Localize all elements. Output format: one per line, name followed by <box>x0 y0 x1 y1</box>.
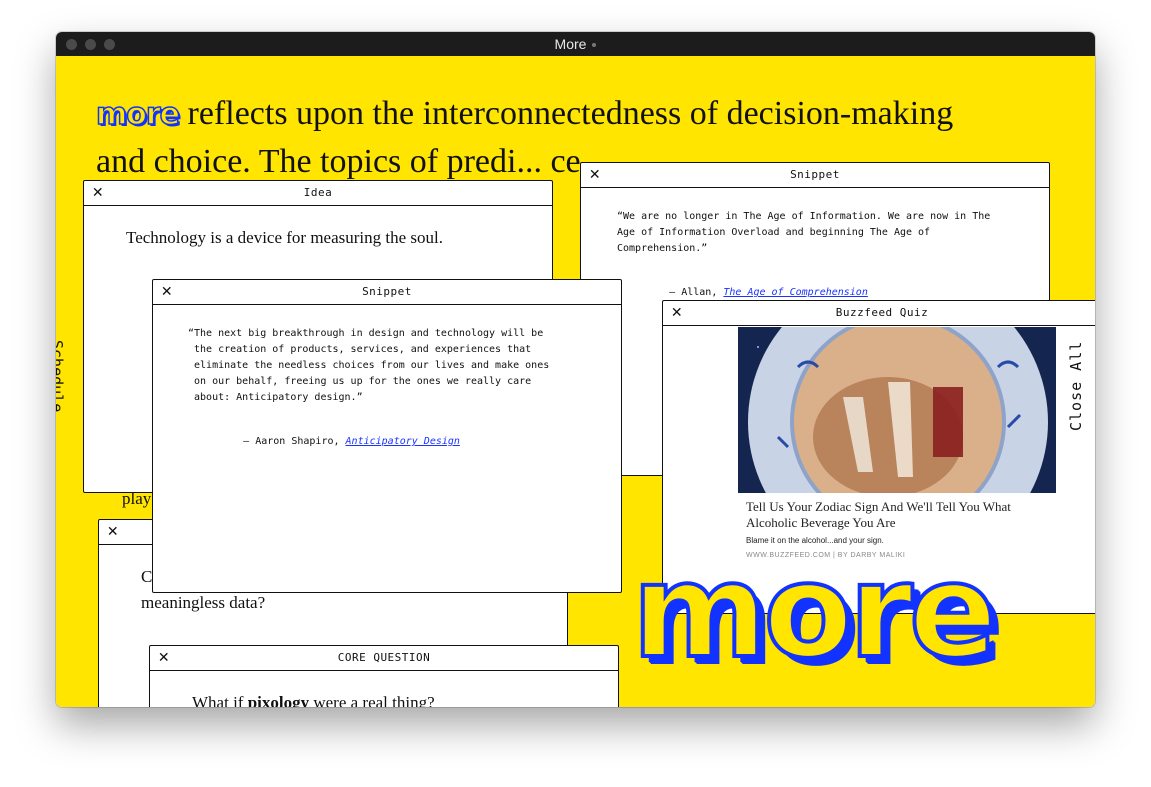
card-title-bar: ✕ Snippet <box>153 280 621 305</box>
close-icon[interactable]: ✕ <box>156 646 172 670</box>
core-question-card: ✕ CORE QUESTION What if pixology were a … <box>149 645 619 707</box>
minimize-window-button[interactable] <box>85 39 96 50</box>
snippet-quote: “The next big breakthrough in design and… <box>188 328 550 403</box>
app-window: More more reflects upon the interconnect… <box>56 32 1095 707</box>
intro-line-1: reflects upon the interconnectedness of … <box>187 95 954 132</box>
play-text: play <box>122 489 152 508</box>
title-bar: More <box>56 32 1095 56</box>
snippet-attribution: — Aaron Shapiro, Anticipatory Design <box>195 418 460 466</box>
close-icon[interactable]: ✕ <box>90 181 106 205</box>
core-question-text: What if pixology were a real thing? <box>192 693 435 707</box>
attribution-author: — Allan, <box>669 287 724 298</box>
card-title-bar: ✕ Snippet <box>581 163 1049 188</box>
quiz-headline[interactable]: Tell Us Your Zodiac Sign And We'll Tell … <box>746 499 1046 531</box>
window-title: More <box>554 36 587 52</box>
idea-text: Technology is a device for measuring the… <box>126 228 443 247</box>
attribution-author: — Aaron Shapiro, <box>243 436 346 447</box>
close-window-button[interactable] <box>66 39 77 50</box>
card-title-bar: ✕ CORE QUESTION <box>150 646 618 671</box>
core-question-pre: What if <box>192 693 248 707</box>
card-title: CORE QUESTION <box>337 651 431 664</box>
brand-wordmark: more <box>95 96 181 133</box>
zodiac-wheel-icon <box>738 327 1056 493</box>
schedule-tab[interactable]: Schedule <box>56 340 66 412</box>
maximize-window-button[interactable] <box>104 39 115 50</box>
snippet-quote: “We are no longer in The Age of Informat… <box>617 211 991 254</box>
close-icon[interactable]: ✕ <box>587 163 603 187</box>
card-title: Snippet <box>362 285 412 298</box>
close-icon[interactable]: ✕ <box>159 280 175 304</box>
card-title-bar: ✕ Idea <box>84 181 552 206</box>
card-title: Idea <box>303 186 333 199</box>
close-icon[interactable]: ✕ <box>105 520 121 544</box>
zodiac-drinks-image[interactable] <box>738 327 1056 493</box>
card-title: Snippet <box>790 168 840 181</box>
core-question-post: were a real thing? <box>309 693 435 707</box>
edited-dot-icon <box>592 43 597 48</box>
more-logo: more <box>630 535 999 687</box>
close-icon[interactable]: ✕ <box>669 301 685 325</box>
card-title-bar: ✕ Buzzfeed Quiz <box>663 301 1095 326</box>
snippet-card-main: ✕ Snippet “The next big breakthrough in … <box>152 279 622 593</box>
close-all-button[interactable]: Close All <box>1067 341 1085 431</box>
core-question-keyword: pixology <box>247 693 310 707</box>
source-link[interactable]: The Age of Comprehension <box>723 287 868 298</box>
card-title: Buzzfeed Quiz <box>835 306 929 319</box>
source-link[interactable]: Anticipatory Design <box>346 436 460 447</box>
main-canvas: more reflects upon the interconnectednes… <box>56 56 1095 707</box>
